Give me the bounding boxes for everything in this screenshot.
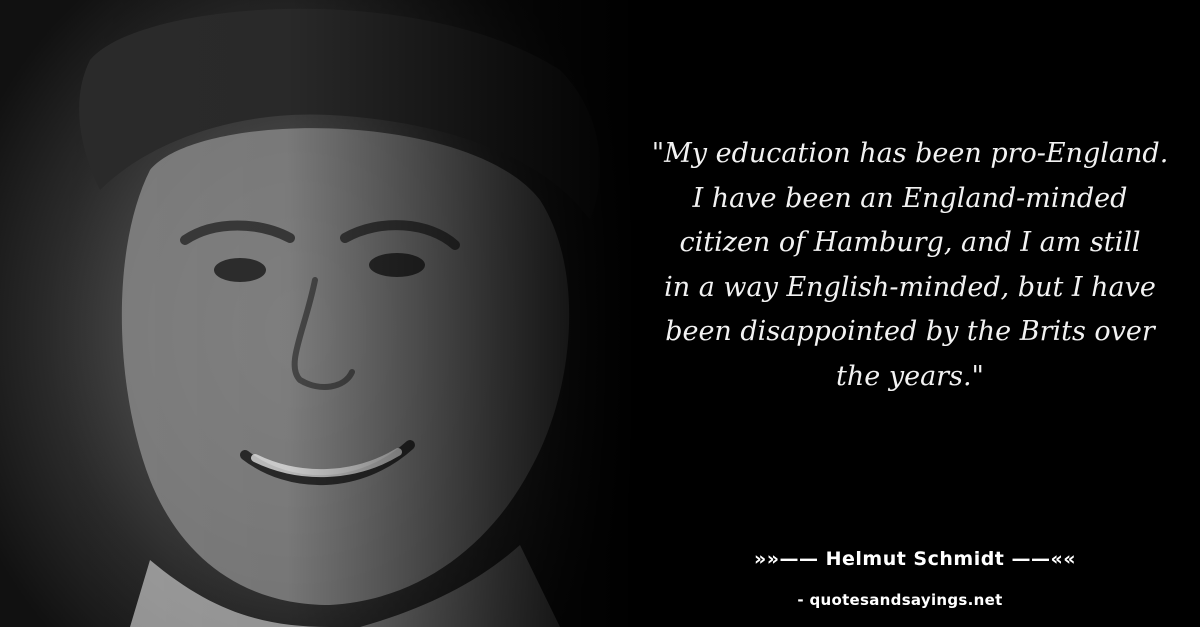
quote-text: "My education has been pro-England. I ha… — [651, 138, 1169, 392]
portrait-illustration — [79, 8, 601, 627]
author-attribution: »»—— Helmut Schmidt ——«« — [753, 548, 1077, 570]
quote-card: "My education has been pro-England. I ha… — [0, 0, 1200, 627]
source-attribution: - quotesandsayings.net — [797, 591, 1003, 609]
portrait-photo — [0, 0, 640, 627]
